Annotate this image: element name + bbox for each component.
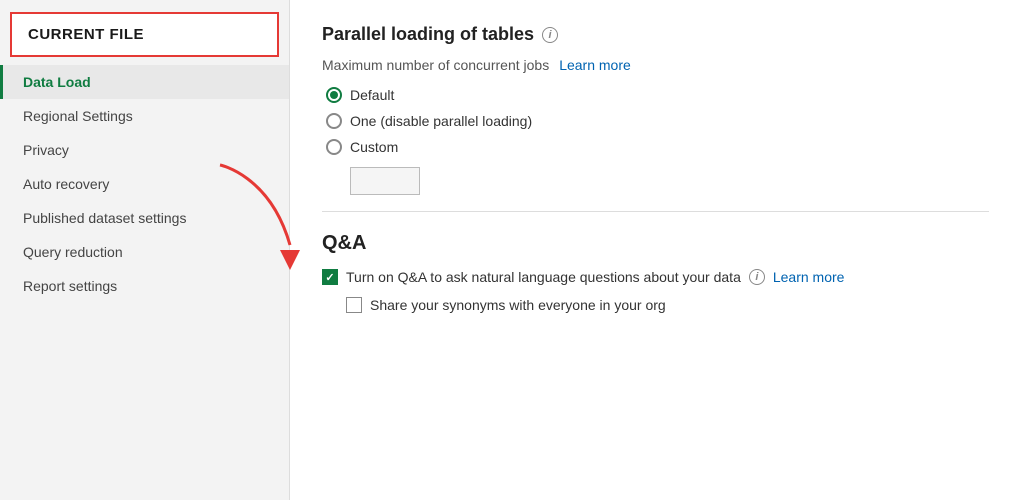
sidebar-item-published-dataset-settings[interactable]: Published dataset settings (0, 201, 289, 235)
parallel-info-icon[interactable]: i (542, 27, 558, 43)
radio-circle-default[interactable] (326, 87, 342, 103)
radio-option-default[interactable]: Default (326, 87, 989, 103)
sidebar-item-data-load[interactable]: Data Load (0, 65, 289, 99)
concurrent-jobs-radio-group: Default One (disable parallel loading) C… (322, 87, 989, 195)
sidebar: CURRENT FILE Data Load Regional Settings… (0, 0, 290, 500)
section-title-parallel: Parallel loading of tables i (322, 24, 989, 45)
max-jobs-row: Maximum number of concurrent jobs Learn … (322, 57, 989, 73)
synonyms-checkbox[interactable] (346, 297, 362, 313)
qa-checkbox-row: Turn on Q&A to ask natural language ques… (322, 269, 989, 285)
sidebar-item-report-settings[interactable]: Report settings (0, 269, 289, 303)
sidebar-header: CURRENT FILE (10, 12, 279, 57)
radio-label-one: One (disable parallel loading) (350, 113, 532, 129)
qa-enable-checkbox[interactable] (322, 269, 338, 285)
radio-label-custom: Custom (350, 139, 398, 155)
radio-label-default: Default (350, 87, 394, 103)
radio-circle-one[interactable] (326, 113, 342, 129)
qa-info-icon[interactable]: i (749, 269, 765, 285)
synonyms-label: Share your synonyms with everyone in you… (370, 297, 666, 313)
qa-enable-label: Turn on Q&A to ask natural language ques… (346, 269, 741, 285)
radio-option-custom[interactable]: Custom (326, 139, 989, 155)
sidebar-item-privacy[interactable]: Privacy (0, 133, 289, 167)
divider (322, 211, 989, 212)
qa-section: Q&A Turn on Q&A to ask natural language … (322, 232, 989, 313)
radio-circle-custom[interactable] (326, 139, 342, 155)
sidebar-item-query-reduction[interactable]: Query reduction (0, 235, 289, 269)
main-content: Parallel loading of tables i Maximum num… (290, 0, 1021, 500)
sidebar-header-label: CURRENT FILE (28, 26, 144, 43)
radio-option-one[interactable]: One (disable parallel loading) (326, 113, 989, 129)
learn-more-link-qa[interactable]: Learn more (773, 269, 845, 285)
sidebar-nav: Data Load Regional Settings Privacy Auto… (0, 65, 289, 303)
qa-title: Q&A (322, 232, 989, 255)
learn-more-link-parallel[interactable]: Learn more (559, 57, 631, 73)
sidebar-item-regional-settings[interactable]: Regional Settings (0, 99, 289, 133)
max-jobs-label: Maximum number of concurrent jobs (322, 57, 549, 73)
custom-jobs-input[interactable] (350, 167, 420, 195)
synonyms-row: Share your synonyms with everyone in you… (322, 297, 989, 313)
sidebar-item-auto-recovery[interactable]: Auto recovery (0, 167, 289, 201)
